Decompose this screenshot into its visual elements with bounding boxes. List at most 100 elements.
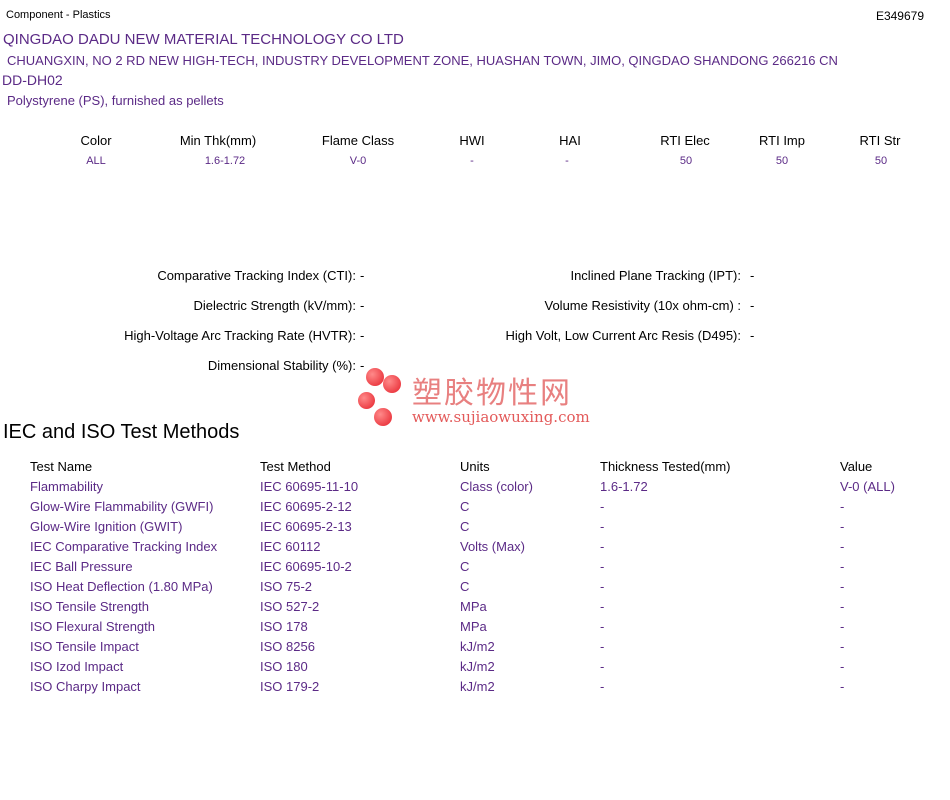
table-header-row: Test Name Test Method Units Thickness Te…: [27, 456, 923, 476]
section-title: IEC and ISO Test Methods: [3, 421, 240, 443]
cell-test-name: ISO Izod Impact: [30, 658, 124, 674]
rating-value-min-thk: 1.6-1.72: [204, 155, 246, 167]
cell-units: Volts (Max): [460, 538, 526, 554]
cell-units: C: [460, 558, 470, 574]
company-address: CHUANGXIN, NO 2 RD NEW HIGH-TECH, INDUST…: [7, 53, 838, 68]
cell-units: C: [460, 498, 470, 514]
rating-value-hai: -: [565, 155, 569, 167]
cell-units: C: [460, 578, 470, 594]
table-row: Flammability IEC 60695-11-10 Class (colo…: [27, 476, 923, 496]
cell-test-name: IEC Comparative Tracking Index: [30, 538, 218, 554]
property-label-volume-resistivity: Volume Resistivity (10x ohm-cm) :: [544, 298, 742, 313]
property-value-dielectric-strength: -: [360, 298, 365, 313]
column-header-test-method: Test Method: [260, 458, 331, 474]
watermark-url: www.sujiaowuxing.com: [412, 408, 590, 426]
cell-test-name: ISO Tensile Strength: [30, 598, 149, 614]
company-name: QINGDAO DADU NEW MATERIAL TECHNOLOGY CO …: [3, 31, 404, 48]
cell-value: -: [840, 498, 845, 514]
property-label-cti: Comparative Tracking Index (CTI):: [157, 268, 356, 283]
cell-test-name: ISO Charpy Impact: [30, 678, 141, 694]
property-label-hvtr: High-Voltage Arc Tracking Rate (HVTR):: [124, 328, 356, 343]
cell-units: kJ/m2: [460, 638, 495, 654]
cell-test-method: ISO 75-2: [260, 578, 313, 594]
table-row: Glow-Wire Ignition (GWIT) IEC 60695-2-13…: [27, 516, 923, 536]
rating-header-rti-elec: RTI Elec: [660, 133, 710, 148]
cell-units: kJ/m2: [460, 678, 495, 694]
cell-test-method: IEC 60695-2-12: [260, 498, 352, 514]
property-value-d495: -: [750, 328, 755, 343]
cell-value: -: [840, 558, 845, 574]
cell-units: MPa: [460, 618, 487, 634]
property-value-volume-resistivity: -: [750, 298, 755, 313]
property-label-ipt: Inclined Plane Tracking (IPT):: [570, 268, 741, 283]
cell-value: V-0 (ALL): [840, 478, 895, 494]
rating-header-rti-imp: RTI Imp: [759, 133, 805, 148]
watermark-chinese-text: 塑胶物性网: [412, 376, 572, 411]
cell-test-method: ISO 8256: [260, 638, 315, 654]
cell-value: -: [840, 658, 845, 674]
product-model: DD-DH02: [2, 72, 63, 88]
table-row: ISO Tensile Strength ISO 527-2 MPa - -: [27, 596, 923, 616]
cell-test-method: IEC 60695-11-10: [260, 478, 359, 494]
rating-value-color: ALL: [86, 155, 106, 167]
cell-test-method: ISO 178: [260, 618, 308, 634]
cell-test-name: ISO Tensile Impact: [30, 638, 139, 654]
rating-value-rti-str: 50: [874, 155, 888, 167]
table-row: ISO Heat Deflection (1.80 MPa) ISO 75-2 …: [27, 576, 923, 596]
cell-test-name: ISO Flexural Strength: [30, 618, 155, 634]
cell-test-method: IEC 60695-10-2: [260, 558, 352, 574]
cell-test-method: ISO 180: [260, 658, 308, 674]
logo-dot: [366, 368, 384, 386]
product-description: Polystyrene (PS), furnished as pellets: [7, 93, 224, 108]
cell-test-name: ISO Heat Deflection (1.80 MPa): [30, 578, 213, 594]
logo-dot: [374, 408, 392, 426]
property-value-cti: -: [360, 268, 365, 283]
cell-test-method: ISO 527-2: [260, 598, 320, 614]
table-row: ISO Flexural Strength ISO 178 MPa - -: [27, 616, 923, 636]
cell-units: MPa: [460, 598, 487, 614]
cell-units: C: [460, 518, 470, 534]
table-row: ISO Charpy Impact ISO 179-2 kJ/m2 - -: [27, 676, 923, 696]
cell-test-method: ISO 179-2: [260, 678, 320, 694]
cell-thickness: -: [600, 578, 605, 594]
cell-units: kJ/m2: [460, 658, 495, 674]
rating-header-rti-str: RTI Str: [859, 133, 901, 148]
cell-thickness: -: [600, 538, 605, 554]
cell-thickness: -: [600, 498, 605, 514]
column-header-units: Units: [460, 458, 490, 474]
cell-units: Class (color): [460, 478, 533, 494]
cell-test-name: Glow-Wire Flammability (GWFI): [30, 498, 214, 514]
cell-thickness: -: [600, 558, 605, 574]
watermark-logo: 塑胶物性网 www.sujiaowuxing.com: [356, 366, 596, 430]
table-row: ISO Tensile Impact ISO 8256 kJ/m2 - -: [27, 636, 923, 656]
file-number: E349679: [875, 9, 924, 23]
cell-thickness: -: [600, 518, 605, 534]
cell-test-method: IEC 60112: [260, 538, 321, 554]
rating-header-hai: HAI: [559, 133, 581, 148]
property-label-d495: High Volt, Low Current Arc Resis (D495):: [505, 328, 741, 343]
rating-header-hwi: HWI: [459, 133, 485, 148]
cell-thickness: -: [600, 678, 605, 694]
cell-value: -: [840, 598, 845, 614]
cell-test-method: IEC 60695-2-13: [260, 518, 352, 534]
table-row: IEC Ball Pressure IEC 60695-10-2 C - -: [27, 556, 923, 576]
test-methods-table: Test Name Test Method Units Thickness Te…: [27, 456, 923, 696]
table-row: ISO Izod Impact ISO 180 kJ/m2 - -: [27, 656, 923, 676]
cell-value: -: [840, 538, 845, 554]
property-value-hvtr: -: [360, 328, 365, 343]
rating-header-color: Color: [80, 133, 112, 148]
document-category: Component - Plastics: [6, 9, 111, 21]
table-row: IEC Comparative Tracking Index IEC 60112…: [27, 536, 923, 556]
rating-header-min-thk: Min Thk(mm): [179, 133, 257, 148]
cell-value: -: [840, 618, 845, 634]
cell-value: -: [840, 638, 845, 654]
table-row: Glow-Wire Flammability (GWFI) IEC 60695-…: [27, 496, 923, 516]
cell-test-name: Glow-Wire Ignition (GWIT): [30, 518, 183, 534]
cell-thickness: -: [600, 618, 605, 634]
cell-thickness: 1.6-1.72: [600, 478, 648, 494]
cell-value: -: [840, 518, 845, 534]
cell-thickness: -: [600, 658, 605, 674]
logo-dot: [358, 392, 375, 409]
property-label-dielectric-strength: Dielectric Strength (kV/mm):: [193, 298, 356, 313]
cell-value: -: [840, 678, 845, 694]
